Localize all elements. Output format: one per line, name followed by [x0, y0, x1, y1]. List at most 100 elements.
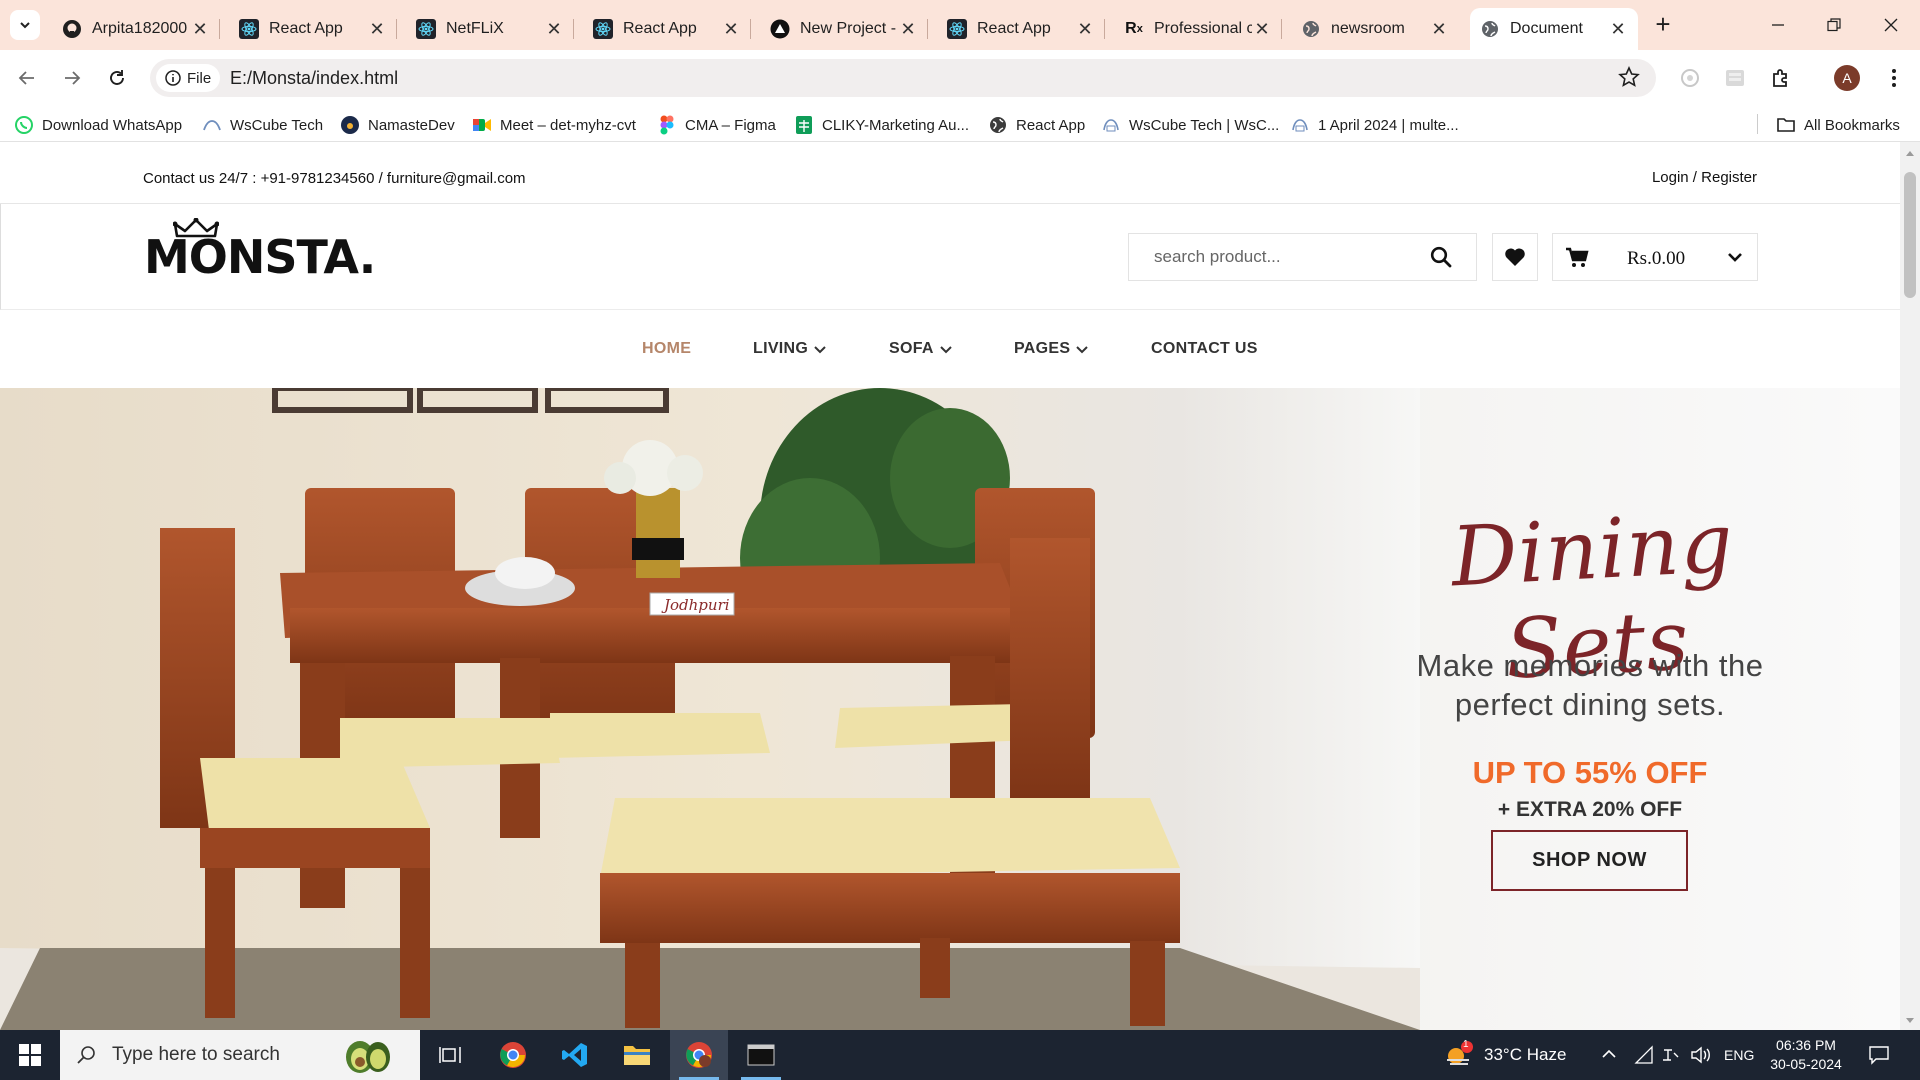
close-icon[interactable]: ✕ — [544, 19, 564, 40]
bookmark-star-icon[interactable] — [1618, 66, 1640, 93]
browser-tab[interactable]: React App ✕ — [583, 8, 751, 50]
arrow-left-icon — [18, 71, 34, 85]
start-button[interactable] — [0, 1030, 60, 1080]
bookmark-item[interactable]: WsCube Tech | WsC... — [1101, 115, 1279, 135]
bookmark-item[interactable]: CMA – Figma — [657, 115, 776, 135]
search-icon — [77, 1046, 95, 1064]
chrome-profile-taskbar-button[interactable] — [670, 1030, 728, 1080]
bookmarks-divider — [1757, 114, 1758, 134]
search-input[interactable] — [1129, 234, 1419, 280]
github-icon — [62, 19, 82, 39]
browser-tab[interactable]: NetFLiX ✕ — [406, 8, 574, 50]
browser-tab[interactable]: React App ✕ — [229, 8, 397, 50]
profile-avatar[interactable]: A — [1834, 65, 1860, 91]
terminal-taskbar-button[interactable] — [732, 1030, 790, 1080]
shop-now-button[interactable]: SHOP NOW — [1491, 830, 1688, 891]
tab-title: React App — [623, 20, 697, 37]
bookmark-item[interactable]: WsCube Tech — [202, 115, 323, 135]
nav-label: SOFA — [889, 340, 934, 357]
taskbar-clock[interactable]: 06:36 PM 30-05-2024 — [1762, 1036, 1850, 1074]
nav-label: LIVING — [753, 340, 809, 357]
nav-living[interactable]: LIVING — [753, 340, 826, 358]
close-icon[interactable]: ✕ — [1252, 19, 1272, 40]
namastedev-icon — [340, 115, 360, 135]
chrome-taskbar-button[interactable] — [484, 1030, 542, 1080]
chevron-up-icon[interactable] — [1601, 1048, 1617, 1060]
close-icon[interactable]: ✕ — [1075, 19, 1095, 40]
nav-label: HOME — [642, 340, 692, 357]
extensions-puzzle-icon[interactable] — [1765, 62, 1797, 94]
nav-pages[interactable]: PAGES — [1014, 340, 1089, 358]
extension-icon[interactable] — [1674, 62, 1706, 94]
nav-sofa[interactable]: SOFA — [889, 340, 952, 358]
google-meet-icon — [472, 115, 492, 135]
address-bar[interactable]: File E:/Monsta/index.html — [150, 59, 1656, 97]
site-info-chip[interactable]: File — [156, 64, 220, 92]
scroll-thumb[interactable] — [1904, 172, 1916, 298]
notification-icon[interactable] — [1868, 1045, 1890, 1065]
site-logo[interactable]: MONSTA. — [144, 232, 376, 282]
file-explorer-taskbar-button[interactable] — [608, 1030, 666, 1080]
cart-button[interactable]: Rs.0.00 — [1552, 233, 1758, 281]
weather-badge: 1 — [1463, 1039, 1469, 1050]
forward-button[interactable] — [56, 62, 88, 94]
react-icon — [947, 19, 967, 39]
vscode-taskbar-button[interactable] — [546, 1030, 604, 1080]
chevron-down-icon — [1076, 346, 1089, 354]
bookmark-item[interactable]: Download WhatsApp — [14, 115, 182, 135]
tab-search-button[interactable] — [10, 10, 40, 40]
close-icon[interactable]: ✕ — [898, 19, 918, 40]
windows-icon — [19, 1044, 41, 1066]
task-view-button[interactable] — [421, 1030, 479, 1080]
browser-tab-active[interactable]: Document ✕ — [1470, 8, 1638, 50]
minimize-button[interactable] — [1758, 8, 1798, 42]
chevron-down-icon — [20, 22, 30, 29]
close-icon[interactable]: ✕ — [1608, 19, 1628, 40]
bookmark-item[interactable]: 1 April 2024 | multe... — [1290, 115, 1459, 135]
url-text[interactable]: E:/Monsta/index.html — [230, 68, 398, 89]
more-menu-icon[interactable] — [1878, 62, 1910, 94]
nav-home[interactable]: HOME — [642, 340, 691, 358]
hero-subtitle-line: perfect dining sets. — [1454, 687, 1726, 722]
restore-button[interactable] — [1814, 8, 1854, 42]
network-icon[interactable] — [1634, 1045, 1654, 1065]
chrome-icon — [500, 1042, 526, 1068]
bookmark-item[interactable]: Meet – det-myhz-cvt — [472, 115, 636, 135]
browser-tab[interactable]: New Project - ✕ — [760, 8, 928, 50]
nav-contact[interactable]: CONTACT US — [1151, 340, 1258, 358]
wishlist-button[interactable] — [1492, 233, 1538, 281]
bookmark-label: NamasteDev — [368, 116, 455, 134]
language-indicator[interactable]: ENG — [1724, 1047, 1754, 1063]
bookmark-item[interactable]: React App — [988, 115, 1085, 135]
new-tab-button[interactable]: + — [1648, 10, 1678, 40]
browser-tab[interactable]: React App ✕ — [937, 8, 1105, 50]
browser-tab[interactable]: Rx Professional c ✕ — [1114, 8, 1282, 50]
bookmark-item[interactable]: CLIKY-Marketing Au... — [794, 115, 969, 135]
all-bookmarks-button[interactable]: All Bookmarks — [1776, 115, 1900, 135]
hero-offer: UP TO 55% OFF — [1472, 755, 1708, 790]
page-scrollbar[interactable] — [1900, 142, 1920, 1030]
browser-tab[interactable]: newsroom ✕ — [1291, 8, 1459, 50]
weather-text[interactable]: 33°C Haze — [1484, 1045, 1566, 1065]
tab-title: Professional c — [1154, 20, 1252, 37]
search-icon[interactable] — [1430, 246, 1452, 273]
globe-icon — [1480, 19, 1500, 39]
close-icon[interactable]: ✕ — [1429, 19, 1449, 40]
weather-icon[interactable]: 1 — [1444, 1039, 1474, 1073]
taskbar-search[interactable]: Type here to search — [60, 1030, 420, 1080]
tab-title: React App — [977, 20, 1051, 37]
main-nav: HOME LIVING SOFA PAGES CONTACT US — [0, 310, 1900, 388]
extension-icon[interactable] — [1719, 62, 1751, 94]
language-pen-icon[interactable] — [1660, 1045, 1680, 1065]
login-register-link[interactable]: Login / Register — [1652, 169, 1757, 186]
reload-button[interactable] — [101, 62, 133, 94]
bookmark-item[interactable]: NamasteDev — [340, 115, 455, 135]
close-window-button[interactable] — [1871, 8, 1911, 42]
back-button[interactable] — [11, 62, 43, 94]
bookmark-label: 1 April 2024 | multe... — [1318, 116, 1459, 134]
browser-tab[interactable]: Arpita182000 ✕ — [52, 8, 220, 50]
volume-icon[interactable] — [1690, 1045, 1712, 1065]
close-icon[interactable]: ✕ — [721, 19, 741, 40]
close-icon[interactable]: ✕ — [190, 19, 210, 40]
close-icon[interactable]: ✕ — [367, 19, 387, 40]
